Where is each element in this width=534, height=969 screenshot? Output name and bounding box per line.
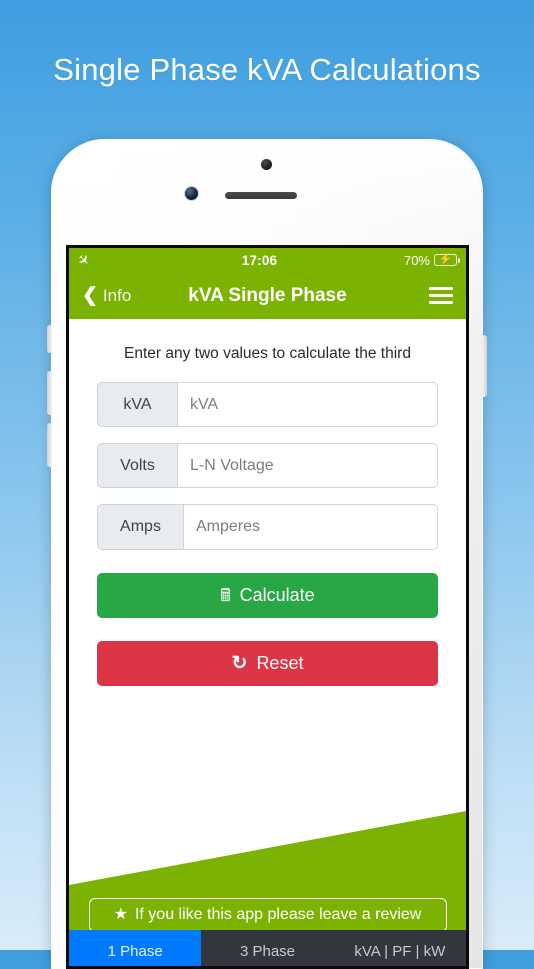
reset-button-label: Reset [256, 653, 304, 673]
status-bar: ✈ 17:06 70% ⚡ [69, 248, 466, 272]
back-button[interactable]: ❮ Info [82, 286, 131, 306]
silent-switch-button[interactable] [47, 325, 52, 353]
field-group-volts: Volts [97, 443, 438, 488]
phone-screen: ✈ 17:06 70% ⚡ ❮ Info kVA Single Phase En… [66, 245, 469, 969]
status-bar-right: 70% ⚡ [371, 252, 460, 268]
charging-bolt-icon: ⚡ [438, 253, 453, 266]
hamburger-menu-icon[interactable] [429, 287, 453, 304]
power-button[interactable] [482, 335, 487, 397]
earpiece-speaker-icon [225, 192, 297, 199]
tab-kva-pf-kw-label: kVA | PF | kW [354, 942, 446, 960]
reset-button[interactable]: ↻ Reset [97, 641, 438, 686]
front-camera-icon [185, 187, 198, 200]
back-button-label: Info [102, 285, 132, 305]
star-icon: ★ [113, 906, 128, 923]
refresh-icon: ↻ [231, 653, 248, 674]
leave-review-button[interactable]: ★ If you like this app please leave a re… [88, 898, 447, 932]
navigation-bar: ❮ Info kVA Single Phase [69, 272, 466, 319]
field-label-amps: Amps [97, 504, 183, 550]
kva-input[interactable] [177, 382, 438, 427]
instruction-text: Enter any two values to calculate the th… [124, 345, 411, 362]
action-buttons: 🖩 Calculate ↻ Reset [69, 566, 466, 686]
calculate-button[interactable]: 🖩 Calculate [97, 573, 438, 618]
calculator-icon: 🖩 [220, 586, 231, 605]
chevron-left-icon: ❮ [82, 285, 98, 306]
tab-1-phase-label: 1 Phase [107, 942, 163, 960]
status-bar-left: ✈ [74, 250, 148, 270]
proximity-sensor-icon [261, 159, 272, 170]
hamburger-line [429, 287, 453, 290]
amps-input[interactable] [183, 504, 438, 550]
volts-input[interactable] [177, 443, 438, 488]
field-group-amps: Amps [97, 504, 438, 550]
phone-mockup: ✈ 17:06 70% ⚡ ❮ Info kVA Single Phase En… [47, 139, 487, 969]
calculator-form: kVA Volts Amps [69, 363, 466, 550]
field-group-kva: kVA [97, 382, 438, 427]
volume-up-button[interactable] [47, 371, 52, 415]
battery-percent-label: 70% [403, 252, 430, 268]
field-label-volts: Volts [97, 443, 177, 488]
hamburger-line [429, 294, 453, 297]
leave-review-label: If you like this app please leave a revi… [134, 906, 422, 923]
hamburger-line [429, 301, 453, 304]
main-content: Enter any two values to calculate the th… [69, 319, 466, 966]
page-title: Single Phase kVA Calculations [53, 52, 481, 87]
airplane-mode-icon: ✈ [74, 250, 94, 270]
tab-3-phase-label: 3 Phase [239, 942, 296, 960]
field-label-kva: kVA [97, 382, 177, 427]
battery-icon: ⚡ [434, 253, 460, 266]
volume-down-button[interactable] [47, 423, 52, 467]
status-bar-time: 17:06 [241, 252, 278, 268]
calculate-button-label: Calculate [239, 585, 315, 605]
